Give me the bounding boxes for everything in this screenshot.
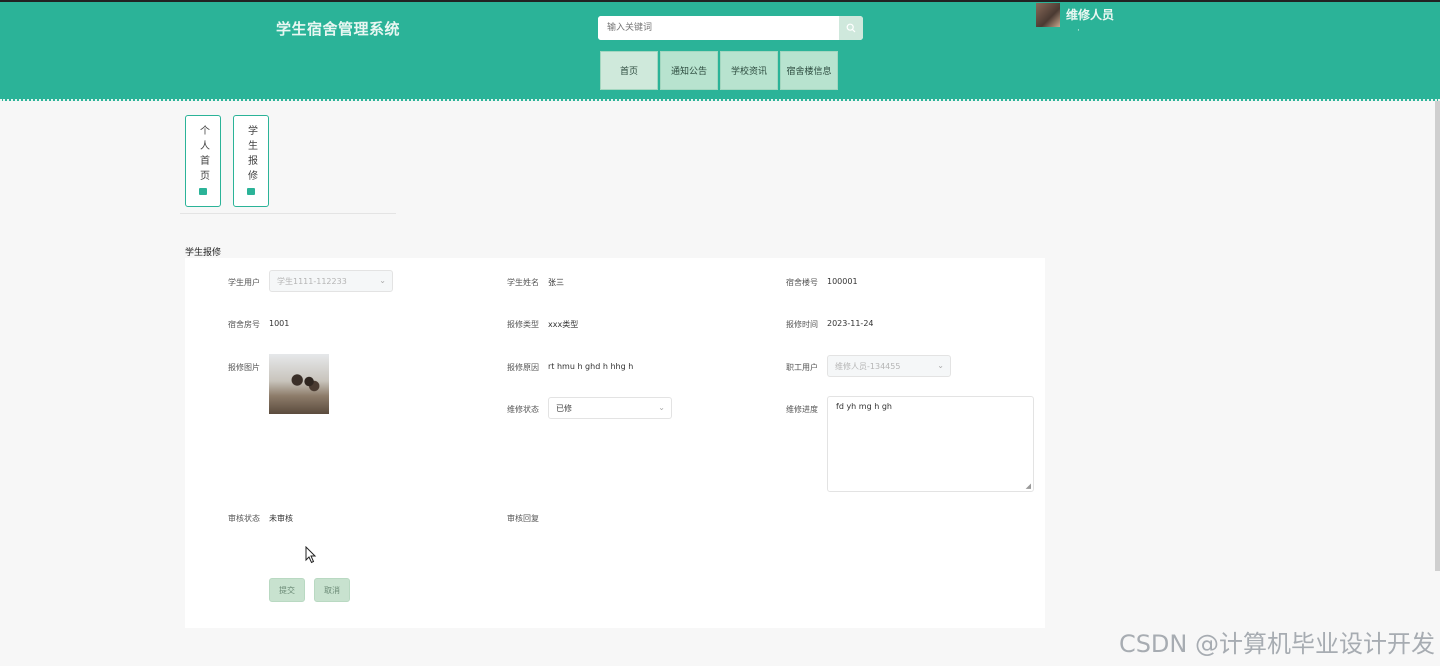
repair-photo[interactable] — [269, 354, 329, 414]
repair-progress-value: fd yh mg h gh — [836, 402, 892, 411]
student-account-value: 学生1111-112233 — [277, 276, 347, 286]
repair-status-value: 已修 — [556, 403, 572, 413]
repair-progress-label: 维修进度 — [786, 405, 818, 414]
repair-photo-label: 报修图片 — [228, 363, 260, 372]
review-reply-label: 审核回复 — [507, 514, 539, 523]
repair-time-label: 报修时间 — [786, 320, 818, 329]
mouse-cursor-icon — [305, 546, 317, 564]
student-account-label: 学生用户 — [228, 278, 260, 287]
avatar[interactable] — [1036, 3, 1060, 27]
student-account-select[interactable]: 学生1111-112233 ⌄ — [269, 270, 393, 292]
sidebar-tab-student-repair[interactable]: 学生报修 — [233, 115, 269, 207]
nav-item-dorm-info[interactable]: 宿舍楼信息 — [780, 51, 838, 90]
room-value: 1001 — [269, 319, 290, 328]
top-header: 学生宿舍管理系统 维修人员 · 首页 通知公告 学校资讯 宿舍楼信息 — [0, 0, 1440, 101]
search-input[interactable] — [598, 16, 839, 40]
watermark-text: CSDN @计算机毕业设计开发 — [1118, 630, 1435, 658]
repair-status-select[interactable]: 已修 ⌄ — [548, 397, 672, 419]
sidebar-tab-label: 学生报修 — [245, 125, 257, 185]
home-icon — [199, 188, 207, 195]
chevron-down-icon: ⌄ — [937, 361, 944, 370]
repair-type-label: 报修类型 — [507, 320, 539, 329]
section-title: 学生报修 — [185, 248, 222, 258]
cancel-button[interactable]: 取消 — [314, 578, 350, 602]
repair-reason-label: 报修原因 — [507, 363, 539, 372]
sidebar-tab-personal-home[interactable]: 个人首页 — [185, 115, 221, 207]
building-label: 宿舍楼号 — [786, 278, 818, 287]
main-nav: 首页 通知公告 学校资讯 宿舍楼信息 — [600, 51, 838, 90]
nav-item-school-news[interactable]: 学校资讯 — [720, 51, 778, 90]
search-button[interactable] — [839, 16, 863, 40]
app-title: 学生宿舍管理系统 — [276, 20, 401, 38]
submit-button[interactable]: 提交 — [269, 578, 305, 602]
user-role-label[interactable]: 维修人员 — [1066, 6, 1114, 23]
sidebar-tab-label: 个人首页 — [197, 125, 209, 185]
building-value: 100001 — [827, 277, 858, 286]
repair-time-value: 2023-11-24 — [827, 319, 874, 328]
staff-account-label: 职工用户 — [786, 363, 818, 372]
divider — [180, 213, 396, 214]
repair-reason-value: rt hmu h ghd h hhg h — [548, 362, 634, 371]
repair-icon — [247, 188, 255, 195]
search-bar — [598, 16, 863, 40]
page-scrollbar[interactable] — [1435, 101, 1440, 571]
resize-handle-icon[interactable]: ◢ — [1026, 482, 1031, 490]
repair-type-value: xxx类型 — [548, 320, 579, 329]
student-name-label: 学生姓名 — [507, 278, 539, 287]
chevron-down-icon: ⌄ — [658, 403, 665, 412]
review-status-label: 审核状态 — [228, 514, 260, 523]
search-icon — [846, 23, 856, 33]
user-sub-label: · — [1077, 26, 1080, 36]
repair-status-label: 维修状态 — [507, 405, 539, 414]
room-label: 宿舍房号 — [228, 320, 260, 329]
staff-account-select[interactable]: 维修人员-134455 ⌄ — [827, 355, 951, 377]
staff-account-value: 维修人员-134455 — [835, 361, 901, 371]
chevron-down-icon: ⌄ — [379, 276, 386, 285]
nav-item-notices[interactable]: 通知公告 — [660, 51, 718, 90]
student-name-value: 张三 — [548, 278, 564, 287]
repair-progress-textarea[interactable]: fd yh mg h gh ◢ — [827, 396, 1034, 492]
nav-item-home[interactable]: 首页 — [600, 51, 658, 90]
review-status-value: 未审核 — [269, 514, 293, 523]
